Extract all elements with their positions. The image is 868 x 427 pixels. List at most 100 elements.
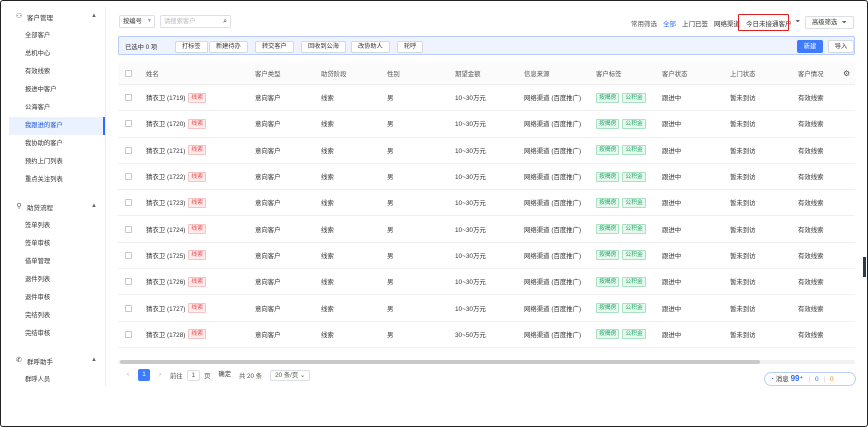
sidebar-item-sign-list[interactable]: 签单列表	[9, 217, 105, 235]
advanced-filter-button[interactable]: 高级筛选 ⏷	[805, 16, 854, 29]
sidebar-item-my-followups[interactable]: 我跟进的客户	[9, 117, 105, 135]
sidebar-item-appointments[interactable]: 预约上门列表	[9, 153, 105, 171]
change-assistant-button[interactable]: 改协助人	[351, 41, 390, 53]
info-source-text: 网络渠道 (百度推广)	[524, 95, 582, 103]
scrollbar-thumb[interactable]	[120, 360, 760, 364]
row-checkbox[interactable]	[125, 225, 132, 233]
sidebar-item-completed-review[interactable]: 完结审核	[9, 325, 105, 343]
round-call-button[interactable]: 轮呼	[397, 41, 424, 53]
sidebar-item-completed-list[interactable]: 完结列表	[9, 307, 105, 325]
cell-name[interactable]: 猜衣卫 (1722) 线索	[146, 164, 207, 189]
name-text[interactable]: 猜衣卫 (1720)	[146, 119, 185, 128]
name-text[interactable]: 猜衣卫 (1721)	[146, 146, 185, 155]
table-row[interactable]: 猜衣卫 (1723) 线索 意向客户 线索男 10~30万元 网络渠道 (百度推广) 按揭房…	[118, 190, 855, 217]
name-text[interactable]: 猜衣卫 (1724)	[146, 225, 185, 234]
column-settings-icon[interactable]: ⚙	[843, 62, 850, 84]
sidebar-item-sign-review[interactable]: 签单审核	[9, 235, 105, 253]
name-text[interactable]: 猜衣卫 (1723)	[146, 198, 185, 207]
row-checkbox[interactable]	[125, 278, 132, 286]
sidebar-item-switchboard[interactable]: 总机中心	[9, 45, 105, 63]
import-button[interactable]: 导入	[828, 40, 854, 53]
recycle-to-pool-button[interactable]: 回收到公海	[301, 41, 346, 53]
transfer-customer-button[interactable]: 转交客户	[255, 41, 294, 53]
separator: |	[808, 376, 811, 383]
table-row[interactable]: 猜衣卫 (1720) 线索 意向客户 线索男 10~30万元 网络渠道 (百度推广) 按揭房…	[118, 111, 855, 138]
row-checkbox[interactable]	[125, 94, 132, 102]
message-badge[interactable]: ◔ 消息 99⁺ | 0 | 0	[764, 372, 856, 386]
filter-all[interactable]: 全部	[663, 18, 676, 28]
label-tag: 公积金	[622, 250, 646, 261]
filter-today-unreached[interactable]: 今日未接通客户	[746, 18, 792, 28]
goto-input[interactable]: 1	[186, 369, 201, 381]
cell-name[interactable]: 猜衣卫 (1723) 线索	[146, 190, 207, 215]
cell-name[interactable]: 猜衣卫 (1724) 线索	[146, 217, 207, 242]
goto-confirm-button[interactable]: 确定	[214, 369, 235, 381]
sidebar-item-valid-leads[interactable]: 有效线索	[9, 63, 105, 81]
sidebar-item-reporting-customers[interactable]: 报进中客户	[9, 81, 105, 99]
search-icon[interactable]: ⌕	[223, 16, 227, 27]
prev-page-icon[interactable]: ‹	[122, 369, 134, 381]
row-checkbox[interactable]	[125, 251, 132, 259]
sidebar-item-public-pool[interactable]: 公海客户	[9, 99, 105, 117]
sidebar-item-return-list[interactable]: 退件列表	[9, 271, 105, 289]
row-checkbox[interactable]	[125, 173, 132, 181]
table-row[interactable]: 猜衣卫 (1722) 线索 意向客户 线索男 10~30万元 网络渠道 (百度推广) 按揭房…	[118, 164, 855, 191]
cell-name[interactable]: 猜衣卫 (1725) 线索	[146, 243, 207, 268]
sidebar-item-key-focus[interactable]: 重点关注列表	[9, 171, 105, 189]
sidebar-group-1[interactable]: ⚲ 助贷流程 ▲	[9, 197, 105, 217]
filter-icon[interactable]: ⏷	[796, 19, 801, 26]
table-row[interactable]: 猜衣卫 (1725) 线索 意向客户 线索男 10~30万元 网络渠道 (百度推广) 按揭房…	[118, 243, 855, 270]
row-checkbox[interactable]	[125, 199, 132, 207]
sidebar-item-my-assists[interactable]: 我协助的客户	[9, 135, 105, 153]
page-current[interactable]: 1	[138, 369, 150, 381]
cell-name[interactable]: 猜衣卫 (1721) 线索	[146, 138, 207, 163]
name-text[interactable]: 猜衣卫 (1725)	[146, 251, 185, 260]
cell-name[interactable]: 猜衣卫 (1728) 线索	[146, 322, 207, 347]
page-size-select[interactable]: 20 条/页 ⌄	[270, 369, 311, 381]
row-checkbox[interactable]	[125, 146, 132, 154]
sidebar-group-2[interactable]: ✆ 群呼助手 ▲	[9, 351, 105, 371]
new-todo-button[interactable]: 新建待办	[209, 41, 248, 53]
row-checkbox[interactable]	[125, 120, 132, 128]
cell-name[interactable]: 猜衣卫 (1726) 线索	[146, 269, 207, 294]
info-source-text: 网络渠道 (百度推广)	[524, 279, 582, 287]
tag-button[interactable]: 打标签	[175, 41, 208, 53]
name-text[interactable]: 猜衣卫 (1722)	[146, 172, 185, 181]
table-row[interactable]: 猜衣卫 (1726) 线索 意向客户 线索男 10~30万元 网络渠道 (百度推广) 按揭房…	[118, 269, 855, 296]
cell-name[interactable]: 猜衣卫 (1719) 线索	[146, 85, 207, 110]
filter-online-channel[interactable]: 网络渠道	[714, 18, 740, 28]
sidebar-item-return-review[interactable]: 退件审核	[9, 289, 105, 307]
sidebar-group-label: 群呼助手	[27, 359, 53, 366]
gender-text: 男	[387, 279, 394, 287]
search-type-select[interactable]: 按编号 ▼	[119, 15, 155, 28]
table-row[interactable]: 猜衣卫 (1728) 线索 意向客户 线索男 30~50万元 网络渠道 (百度推广) 按揭房…	[118, 322, 855, 348]
select-all-checkbox[interactable]	[125, 69, 132, 77]
table-row[interactable]: 猜衣卫 (1727) 线索 意向客户 线索男 10~30万元 网络渠道 (百度推广) 按揭房…	[118, 295, 855, 322]
sidebar-item-group-call-staff[interactable]: 群呼人员	[9, 371, 105, 387]
name-text[interactable]: 猜衣卫 (1727)	[146, 304, 185, 313]
table-row[interactable]: 猜衣卫 (1721) 线索 意向客户 线索男 10~30万元 网络渠道 (百度推广) 按揭房…	[118, 138, 855, 164]
table-row[interactable]: 猜衣卫 (1724) 线索 意向客户 线索男 10~30万元 网络渠道 (百度推广) 按揭房…	[118, 217, 855, 243]
cell-info-source: 网络渠道 (百度推广)	[524, 295, 581, 320]
customer-type-text: 意向客户	[255, 95, 281, 103]
row-checkbox[interactable]	[125, 304, 132, 312]
table-row[interactable]: 猜衣卫 (1719) 线索 意向客户 线索男 10~30万元 网络渠道 (百度推广) 按揭房…	[118, 85, 855, 112]
name-text[interactable]: 猜衣卫 (1719)	[146, 93, 185, 102]
cell-name[interactable]: 猜衣卫 (1727) 线索	[146, 295, 207, 320]
expected-amount-text: 10~30万元	[455, 252, 486, 260]
name-text[interactable]: 猜衣卫 (1728)	[146, 330, 185, 339]
name-text[interactable]: 猜衣卫 (1726)	[146, 277, 185, 286]
new-button[interactable]: 新建	[797, 40, 823, 53]
row-checkbox[interactable]	[125, 330, 132, 338]
filter-visited-signed[interactable]: 上门已签	[682, 18, 708, 28]
sidebar-item-all-customers[interactable]: 全部客户	[9, 27, 105, 45]
sidebar-item-loan-management[interactable]: 借单管理	[9, 253, 105, 271]
cell-loan-stage: 线索	[321, 269, 334, 294]
search-input[interactable]: 请搜索客户 ⌕	[160, 15, 231, 28]
selection-bar: 已选中 0 项 打标签 新建待办 转交客户 回收到公海 改协助人 轮呼 新建 导…	[118, 36, 855, 55]
column-header-gender: 性别	[387, 70, 400, 78]
next-page-icon[interactable]: ›	[154, 369, 166, 381]
horizontal-scrollbar[interactable]	[118, 360, 855, 364]
cell-name[interactable]: 猜衣卫 (1720) 线索	[146, 111, 207, 136]
sidebar-group-0[interactable]: ⚇ 客户管理 ▲	[9, 7, 105, 27]
